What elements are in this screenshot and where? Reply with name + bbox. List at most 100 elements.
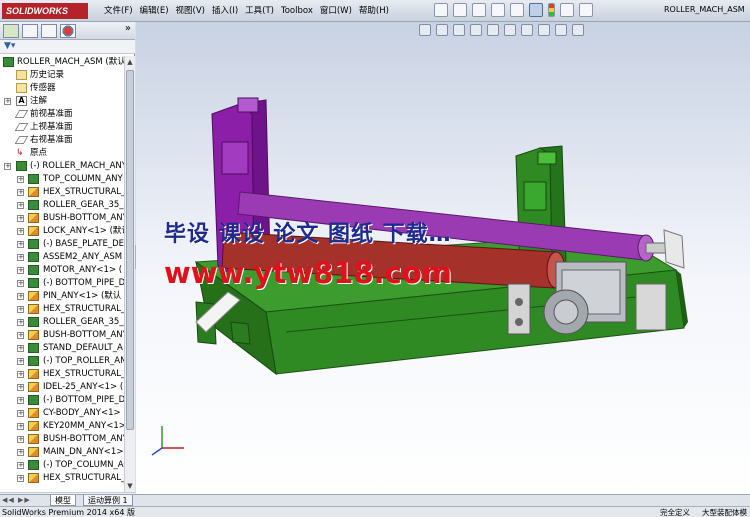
tree-item-label: STAND_DEFAULT_A [43,343,123,353]
scroll-up-icon[interactable]: ▲ [125,56,135,68]
expand-toggle-icon[interactable]: + [17,358,24,365]
tree-item[interactable]: + (-) ROLLER_MACH_ANY [0,160,124,173]
solidworks-logo[interactable]: SOLIDWORKS [2,3,88,19]
expand-toggle-icon[interactable]: + [17,306,24,313]
new-document-icon[interactable] [434,3,448,17]
menu-window[interactable]: 窗口(W) [320,4,352,18]
menu-view[interactable]: 视图(V) [176,4,205,18]
tree-item[interactable]: + ROLLER_GEAR_35_A [0,199,124,212]
menu-toolbox[interactable]: Toolbox [281,4,313,18]
tree-item[interactable]: 上视基准面 [0,121,124,134]
open-folder-icon[interactable] [453,3,467,17]
tab-motion-study[interactable]: 运动算例 1 [83,495,133,506]
configuration-manager-tab-icon[interactable] [41,24,57,38]
tree-filter-bar[interactable]: ▼▾ [0,40,135,54]
expand-toggle-icon[interactable]: + [17,176,24,183]
tree-root-assembly[interactable]: ROLLER_MACH_ASM (默认 [0,56,124,69]
expand-toggle-icon[interactable]: + [17,423,24,430]
tree-item[interactable]: + (-) BOTTOM_PIPE_D [0,394,124,407]
tab-model[interactable]: 模型 [50,495,76,506]
filter-icon[interactable]: ▼▾ [4,41,15,51]
tree-item[interactable]: + PIN_ANY<1> (默认 [0,290,124,303]
tree-item[interactable]: + HEX_STRUCTURAL_ [0,303,124,316]
expand-toggle-icon[interactable]: + [17,475,24,482]
tree-item[interactable]: + BUSH-BOTTOM_ANY [0,329,124,342]
expand-toggle-icon[interactable]: + [17,293,24,300]
tree-item[interactable]: + BUSH-BOTTOM_ANY [0,212,124,225]
expand-toggle-icon[interactable]: + [17,371,24,378]
tree-item[interactable]: + HEX_STRUCTURAL_ [0,186,124,199]
scrollbar-thumb[interactable] [126,70,134,430]
tree-item[interactable]: + ROLLER_GEAR_35_A [0,316,124,329]
display-manager-tab-icon[interactable] [60,24,76,38]
options-icon[interactable] [579,3,593,17]
expand-toggle-icon[interactable]: + [17,462,24,469]
tree-item[interactable]: + (-) BOTTOM_PIPE_D [0,277,124,290]
tree-item[interactable]: + HEX_STRUCTURAL_ [0,472,124,485]
tab-navigation-icon[interactable]: ◀◀ ▶▶ [2,496,31,504]
tree-item[interactable]: ↳ 原点 [0,147,124,160]
tree-item[interactable]: 传感器 [0,82,124,95]
tree-vertical-scrollbar[interactable]: ▲ ▼ [124,56,135,492]
print-icon[interactable] [491,3,505,17]
tree-item[interactable]: + A 注解 [0,95,124,108]
file-properties-icon[interactable] [560,3,574,17]
tree-item[interactable]: + STAND_DEFAULT_A [0,342,124,355]
feature-manager-tab-icon[interactable] [3,24,19,38]
tree-item[interactable]: + CY-BODY_ANY<1> [0,407,124,420]
part-icon [28,447,39,457]
expand-toggle-icon[interactable]: + [17,280,24,287]
property-manager-tab-icon[interactable] [22,24,38,38]
expand-toggle-icon[interactable]: + [17,449,24,456]
tree-item-label: BUSH-BOTTOM_ANY [43,213,124,223]
expand-toggle-icon[interactable]: + [17,241,24,248]
expand-toggle-icon[interactable]: + [17,384,24,391]
tree-item[interactable]: + MOTOR_ANY<1> ( [0,264,124,277]
expand-toggle-icon[interactable]: + [17,319,24,326]
scroll-down-icon[interactable]: ▼ [125,480,135,492]
expand-toggle-icon[interactable]: + [17,332,24,339]
expand-toggle-icon[interactable]: + [17,189,24,196]
graphics-viewport[interactable]: 毕设 课设 论文 图纸 下载… www.ytw818.com [136,22,750,494]
tree-item[interactable]: + KEY20MM_ANY<1> [0,420,124,433]
expand-toggle-icon[interactable]: + [4,98,11,105]
menu-tools[interactable]: 工具(T) [245,4,274,18]
expand-panel-icon[interactable]: » [125,23,131,34]
tree-item[interactable]: 历史记录 [0,69,124,82]
select-pointer-icon[interactable] [529,3,543,17]
tree-item[interactable]: 右视基准面 [0,134,124,147]
expand-toggle-icon[interactable]: + [17,345,24,352]
tree-item[interactable]: + ASSEM2_ANY_ASM [0,251,124,264]
tree-item[interactable]: + (-) TOP_COLUMN_A [0,459,124,472]
expand-toggle-icon[interactable]: + [17,202,24,209]
tree-item[interactable]: + TOP_COLUMN_ANY [0,173,124,186]
tree-item-label: ROLLER_GEAR_35_A [43,317,124,327]
expand-toggle-icon[interactable]: + [17,410,24,417]
menu-help[interactable]: 帮助(H) [359,4,389,18]
tree-item[interactable]: + BUSH-BOTTOM_ANY [0,433,124,446]
expand-toggle-icon[interactable]: + [17,397,24,404]
expand-toggle-icon[interactable]: + [17,254,24,261]
save-icon[interactable] [472,3,486,17]
expand-toggle-icon[interactable]: + [4,163,11,170]
tree-item[interactable]: + (-) BASE_PLATE_DEF [0,238,124,251]
status-bar: SolidWorks Premium 2014 x64 版 完全定义 大型装配体… [0,506,750,517]
tree-item[interactable]: 前视基准面 [0,108,124,121]
expand-toggle-icon[interactable]: + [17,228,24,235]
watermark-url: www.ytw818.com [164,256,452,290]
tree-item[interactable]: + HEX_STRUCTURAL_ [0,368,124,381]
tree-item-label: HEX_STRUCTURAL_ [43,187,124,197]
tree-item[interactable]: + (-) TOP_ROLLER_ANY [0,355,124,368]
tree-item[interactable]: + IDEL-25_ANY<1> ( [0,381,124,394]
menu-insert[interactable]: 插入(I) [212,4,238,18]
menu-edit[interactable]: 编辑(E) [140,4,169,18]
expand-toggle-icon[interactable]: + [17,267,24,274]
tree-item[interactable]: + MAIN_DN_ANY<1> [0,446,124,459]
expand-toggle-icon[interactable]: + [17,436,24,443]
rebuild-traffic-light-icon[interactable] [548,3,555,17]
expand-toggle-icon[interactable]: + [17,215,24,222]
tree-item[interactable]: + LOCK_ANY<1> (默认 [0,225,124,238]
assembly-icon [16,161,27,171]
undo-icon[interactable] [510,3,524,17]
menu-file[interactable]: 文件(F) [104,4,133,18]
